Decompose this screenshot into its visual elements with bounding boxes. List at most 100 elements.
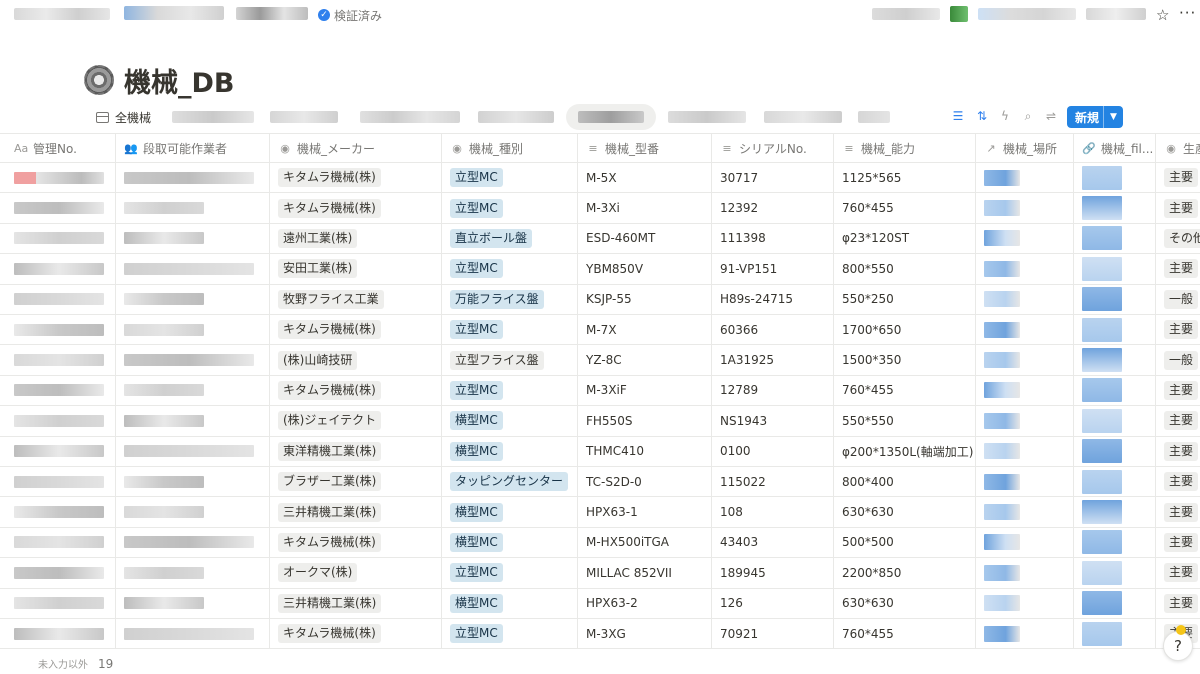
cell-maker[interactable]: 三井精機工業(株) (270, 588, 442, 618)
table-row[interactable]: キタムラ機械(株) 横型MC M-HX500iTGA 43403 500*500 主要 (0, 527, 1200, 559)
cell-file-blurred[interactable] (1074, 193, 1156, 223)
cell-production[interactable]: 主要 (1156, 437, 1200, 466)
table-row[interactable]: 牧野フライス工業 万能フライス盤 KSJP-55 H89s-24715 550*250 一… (0, 284, 1200, 315)
automation-icon[interactable]: ϟ (997, 108, 1013, 124)
cell-serial[interactable]: 0100 (712, 436, 834, 466)
cell-operators-blurred[interactable] (116, 345, 270, 375)
table-row[interactable]: キタムラ機械(株) 立型MC M-3XiF 12789 760*455 主要 (0, 375, 1200, 407)
cell-operators-blurred[interactable] (116, 284, 270, 314)
cell-model[interactable]: THMC410 (578, 436, 712, 466)
cell-serial[interactable]: 12789 (712, 375, 834, 406)
cell-capacity[interactable]: 630*630 (834, 588, 976, 618)
cell-id-blurred[interactable] (6, 375, 116, 406)
cell-type[interactable]: 横型MC (442, 406, 578, 436)
star-icon[interactable]: ☆ (1156, 6, 1169, 24)
cell-file-blurred[interactable] (1074, 588, 1156, 618)
cell-model[interactable]: HPX63-2 (578, 588, 712, 618)
table-row[interactable]: ブラザー工業(株) タッピングセンター TC-S2D-0 115022 800*400 主… (0, 467, 1200, 498)
column-header-maker[interactable]: ◉ 機械_メーカー (270, 134, 442, 163)
cell-file-blurred[interactable] (1074, 558, 1156, 588)
column-header-location[interactable]: ↗ 機械_場所 (976, 134, 1074, 163)
cell-type[interactable]: 立型MC (442, 163, 578, 193)
cell-production[interactable]: 主要 (1156, 467, 1200, 496)
cell-operators-blurred[interactable] (116, 619, 270, 649)
cell-production[interactable]: 主要 (1156, 528, 1200, 557)
cell-operators-blurred[interactable] (116, 467, 270, 497)
table-row[interactable]: 安田工業(株) 立型MC YBM850V 91-VP151 800*550 主要 (0, 254, 1200, 285)
view-tab-blurred[interactable] (270, 111, 338, 123)
cell-capacity[interactable]: 550*550 (834, 406, 976, 436)
cell-file-blurred[interactable] (1074, 497, 1156, 527)
cell-id-blurred[interactable] (6, 223, 116, 254)
cell-serial[interactable]: 91-VP151 (712, 254, 834, 284)
cell-type[interactable]: 横型MC (442, 497, 578, 527)
cell-location-blurred[interactable] (976, 558, 1074, 588)
cell-type[interactable]: 立型MC (442, 254, 578, 284)
cell-model[interactable]: ESD-460MT (578, 223, 712, 254)
cell-operators-blurred[interactable] (116, 193, 270, 223)
cell-type[interactable]: 立型MC (442, 619, 578, 649)
cell-serial[interactable]: 115022 (712, 467, 834, 497)
cell-location-blurred[interactable] (976, 345, 1074, 375)
filter-icon[interactable]: ☰ (950, 108, 966, 124)
cell-capacity[interactable]: 760*455 (834, 375, 976, 406)
cell-id-blurred[interactable] (6, 406, 116, 436)
table-row[interactable]: キタムラ機械(株) 立型MC M-3Xi 12392 760*455 主要 (0, 193, 1200, 224)
cell-capacity[interactable]: 550*250 (834, 284, 976, 314)
cell-file-blurred[interactable] (1074, 223, 1156, 254)
cell-id-blurred[interactable] (6, 163, 116, 193)
cell-maker[interactable]: オークマ(株) (270, 558, 442, 588)
cell-model[interactable]: M-3XG (578, 619, 712, 649)
column-header-production[interactable]: ◉ 生産 (1156, 134, 1200, 163)
view-tab-blurred[interactable] (858, 111, 890, 123)
column-header-capacity[interactable]: ≡ 機械_能力 (834, 134, 976, 163)
cell-operators-blurred[interactable] (116, 223, 270, 254)
cell-production[interactable]: 主要 (1156, 589, 1200, 618)
cell-production[interactable]: 主要 (1156, 315, 1200, 344)
cell-location-blurred[interactable] (976, 619, 1074, 649)
cell-capacity[interactable]: φ23*120ST (834, 223, 976, 254)
table-row[interactable]: キタムラ機械(株) 立型MC M-5X 30717 1125*565 主要 (0, 163, 1200, 194)
cell-maker[interactable]: キタムラ機械(株) (270, 527, 442, 558)
cell-location-blurred[interactable] (976, 284, 1074, 314)
page-title[interactable]: 機械_DB (124, 61, 235, 100)
cell-serial[interactable]: NS1943 (712, 406, 834, 436)
cell-production[interactable]: 主要 (1156, 558, 1200, 587)
cell-model[interactable]: KSJP-55 (578, 284, 712, 314)
cell-location-blurred[interactable] (976, 193, 1074, 223)
cell-model[interactable]: MILLAC 852VII (578, 558, 712, 588)
cell-capacity[interactable]: 760*455 (834, 619, 976, 649)
cell-location-blurred[interactable] (976, 588, 1074, 618)
cell-location-blurred[interactable] (976, 406, 1074, 436)
cell-id-blurred[interactable] (6, 497, 116, 527)
cell-operators-blurred[interactable] (116, 406, 270, 436)
cell-operators-blurred[interactable] (116, 315, 270, 345)
cell-model[interactable]: M-3Xi (578, 193, 712, 223)
cell-operators-blurred[interactable] (116, 497, 270, 527)
cell-file-blurred[interactable] (1074, 619, 1156, 649)
cell-operators-blurred[interactable] (116, 436, 270, 466)
view-tab-blurred[interactable] (668, 111, 746, 123)
cell-production[interactable]: 一般 (1156, 285, 1200, 314)
cell-capacity[interactable]: 1700*650 (834, 315, 976, 345)
cell-capacity[interactable]: 630*630 (834, 497, 976, 527)
cell-id-blurred[interactable] (6, 254, 116, 284)
breadcrumb-blurred[interactable] (236, 7, 308, 20)
cell-model[interactable]: TC-S2D-0 (578, 467, 712, 497)
cell-model[interactable]: FH550S (578, 406, 712, 436)
cell-maker[interactable]: ブラザー工業(株) (270, 467, 442, 497)
cell-id-blurred[interactable] (6, 284, 116, 314)
cell-capacity[interactable]: 500*500 (834, 527, 976, 558)
cell-file-blurred[interactable] (1074, 406, 1156, 436)
cell-operators-blurred[interactable] (116, 527, 270, 558)
view-tab-blurred[interactable] (172, 111, 254, 123)
cell-maker[interactable]: キタムラ機械(株) (270, 163, 442, 193)
cell-operators-blurred[interactable] (116, 558, 270, 588)
cell-id-blurred[interactable] (6, 436, 116, 466)
cell-type[interactable]: 横型MC (442, 436, 578, 466)
cell-serial[interactable]: 189945 (712, 558, 834, 588)
cell-model[interactable]: YBM850V (578, 254, 712, 284)
cell-location-blurred[interactable] (976, 467, 1074, 497)
settings-sliders-icon[interactable]: ⇌ (1043, 108, 1059, 124)
cell-maker[interactable]: 安田工業(株) (270, 254, 442, 284)
